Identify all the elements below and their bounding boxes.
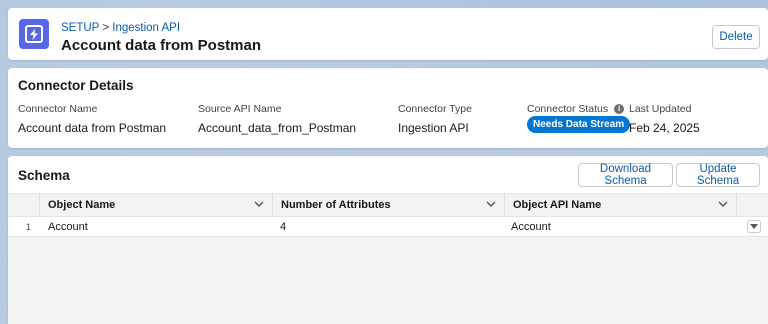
- download-schema-button[interactable]: Download Schema: [578, 163, 673, 187]
- caret-down-icon: [750, 223, 758, 229]
- object-api-name-cell: Account: [511, 220, 551, 233]
- connector-details-card: Connector Details Connector Name Account…: [8, 68, 768, 148]
- connector-details-title: Connector Details: [18, 78, 134, 93]
- connector-status-label: Connector Status i: [527, 103, 625, 115]
- ingestion-api-icon: [19, 19, 49, 49]
- table-row: 1 Account 4 Account: [8, 217, 768, 237]
- table-header: Object Name Number of Attributes Object …: [8, 193, 768, 217]
- delete-button[interactable]: Delete: [712, 25, 760, 49]
- source-api-name-label: Source API Name: [198, 103, 282, 115]
- connector-name-label: Connector Name: [18, 103, 98, 115]
- breadcrumb-ingestion-api-link[interactable]: Ingestion API: [112, 22, 180, 34]
- source-api-name-value: Account_data_from_Postman: [198, 121, 357, 135]
- row-number: 1: [26, 221, 32, 232]
- chevron-down-icon[interactable]: [486, 199, 496, 209]
- column-header-object-name[interactable]: Object Name: [40, 194, 273, 216]
- object-name-cell: Account: [48, 220, 88, 233]
- connector-name-value: Account data from Postman: [18, 121, 167, 135]
- status-badge: Needs Data Stream: [527, 116, 631, 133]
- page-title: Account data from Postman: [61, 37, 262, 54]
- schema-card: Schema Download Schema Update Schema Obj…: [8, 156, 768, 324]
- breadcrumb: SETUP > Ingestion API: [61, 22, 180, 34]
- record-header: SETUP > Ingestion API Account data from …: [8, 8, 768, 60]
- update-schema-button[interactable]: Update Schema: [676, 163, 760, 187]
- last-updated-value: Feb 24, 2025: [629, 121, 700, 135]
- breadcrumb-separator: >: [102, 22, 110, 34]
- connector-type-label: Connector Type: [398, 103, 472, 115]
- schema-header: Schema Download Schema Update Schema: [8, 156, 768, 193]
- chevron-down-icon[interactable]: [254, 199, 264, 209]
- schema-title: Schema: [18, 168, 70, 183]
- connector-type-value: Ingestion API: [398, 121, 469, 135]
- info-icon[interactable]: i: [614, 104, 625, 114]
- column-header-number-of-attributes[interactable]: Number of Attributes: [273, 194, 505, 216]
- column-header-object-api-name[interactable]: Object API Name: [505, 194, 737, 216]
- row-number-header: [8, 194, 40, 216]
- breadcrumb-setup-link[interactable]: SETUP: [61, 22, 99, 34]
- last-updated-label: Last Updated: [629, 103, 692, 115]
- chevron-down-icon[interactable]: [718, 199, 728, 209]
- attributes-count-cell: 4: [280, 220, 287, 233]
- row-actions-button[interactable]: [747, 220, 761, 233]
